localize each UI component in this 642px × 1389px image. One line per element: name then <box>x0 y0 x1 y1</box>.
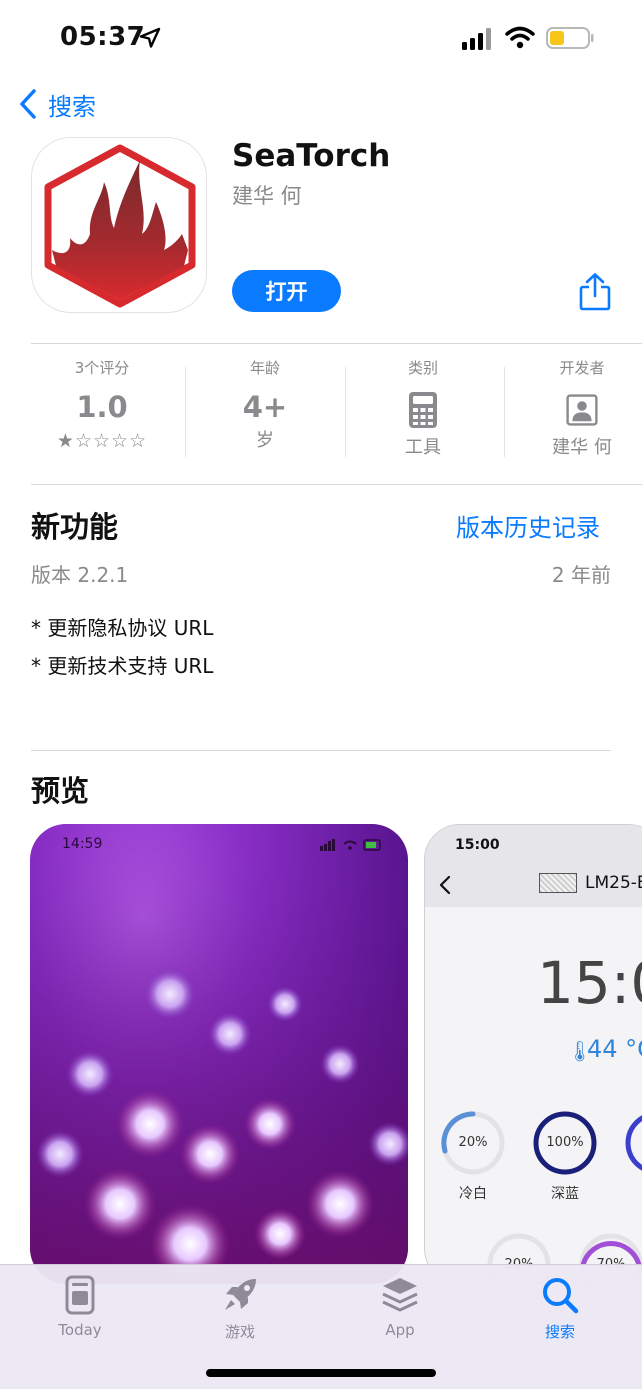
release-note: * 更新技术支持 URL <box>31 654 214 678</box>
ring-label: 冷白 <box>459 1186 487 1202</box>
developer-column[interactable]: 开发者 建华 何 <box>502 357 642 459</box>
info-row[interactable]: 3个评分 1.0 ★☆☆☆☆ 年龄 4+ 岁 类别 工具 开发者 建华 何 <box>22 357 642 467</box>
ratings-column[interactable]: 3个评分 1.0 ★☆☆☆☆ <box>22 357 182 452</box>
device-name: LM25-E <box>585 873 642 893</box>
divider <box>31 750 611 751</box>
category-label: 类别 <box>407 359 438 377</box>
ring-partial <box>625 1115 642 1171</box>
category-column[interactable]: 类别 工具 <box>343 357 503 459</box>
device-thumbnail-icon <box>539 873 577 893</box>
screenshot-status-icons <box>320 839 381 851</box>
age-sub: 岁 <box>256 430 274 451</box>
rocket-icon <box>225 1279 256 1310</box>
release-note: * 更新隐私协议 URL <box>31 616 214 640</box>
ring-value: 100% <box>546 1135 584 1150</box>
open-button[interactable]: 打开 <box>232 270 341 312</box>
screenshot-status-time: 14:59 <box>62 836 103 852</box>
app-name: SeaTorch <box>232 138 391 174</box>
age-value: 4+ <box>242 390 288 424</box>
today-icon <box>65 1275 95 1315</box>
cellular-signal-icon <box>462 28 491 50</box>
tab-games[interactable]: 游戏 <box>190 1275 290 1342</box>
app-icon <box>31 137 207 313</box>
ring-label: 深蓝 <box>551 1186 579 1202</box>
developer-label: 开发者 <box>559 359 605 377</box>
divider <box>31 484 642 485</box>
app-developer[interactable]: 建华 何 <box>232 180 302 210</box>
flame-hexagon-logo <box>44 144 196 308</box>
age-column[interactable]: 年龄 4+ 岁 <box>185 357 345 452</box>
chevron-left-icon <box>20 89 36 119</box>
coral-photo <box>30 824 408 1284</box>
ring-value: 20% <box>458 1135 488 1150</box>
tab-search[interactable]: 搜索 <box>510 1275 610 1342</box>
screenshot-2[interactable]: 15:00 LM25-E 15:0 🌡 44 °C 20% 冷白 100% 深蓝… <box>424 824 642 1284</box>
version-text: 版本 2.2.1 <box>31 563 129 587</box>
calculator-icon <box>409 392 437 428</box>
ratings-label: 3个评分 <box>74 359 130 377</box>
tab-apps[interactable]: App <box>350 1275 450 1339</box>
home-indicator[interactable] <box>206 1369 436 1377</box>
clock-display: 15:0 <box>537 949 642 1017</box>
chevron-left-icon <box>439 875 451 895</box>
whats-new-title: 新功能 <box>31 510 119 544</box>
version-history-link[interactable]: 版本历史记录 <box>456 508 600 543</box>
back-button[interactable]: 搜索 <box>18 86 96 122</box>
divider <box>31 343 642 344</box>
version-date: 2 年前 <box>551 563 611 587</box>
status-bar: 05:37 <box>0 0 642 78</box>
rating-stars: ★☆☆☆☆ <box>56 430 148 452</box>
wifi-icon <box>505 26 535 49</box>
category-value: 工具 <box>405 437 441 458</box>
tab-today[interactable]: Today <box>30 1275 130 1339</box>
screenshot-1[interactable]: 14:59 <box>30 824 408 1284</box>
tab-label: 游戏 <box>224 1323 255 1341</box>
preview-title: 预览 <box>31 774 90 808</box>
search-icon <box>543 1278 579 1314</box>
temperature-value: 44 °C <box>587 1035 642 1063</box>
share-icon[interactable] <box>578 272 612 312</box>
person-badge-icon <box>566 394 598 426</box>
location-arrow-icon <box>139 27 161 48</box>
status-time: 05:37 <box>60 22 146 52</box>
developer-value: 建华 何 <box>552 437 612 458</box>
rating-value: 1.0 <box>76 390 128 424</box>
back-label: 搜索 <box>48 92 96 121</box>
tab-label: 搜索 <box>544 1323 575 1341</box>
tab-label: App <box>385 1321 415 1339</box>
tab-label: Today <box>58 1321 102 1339</box>
age-label: 年龄 <box>249 359 280 377</box>
battery-icon <box>546 27 594 49</box>
layers-icon <box>382 1278 418 1312</box>
screenshot-status-time: 15:00 <box>455 837 500 853</box>
